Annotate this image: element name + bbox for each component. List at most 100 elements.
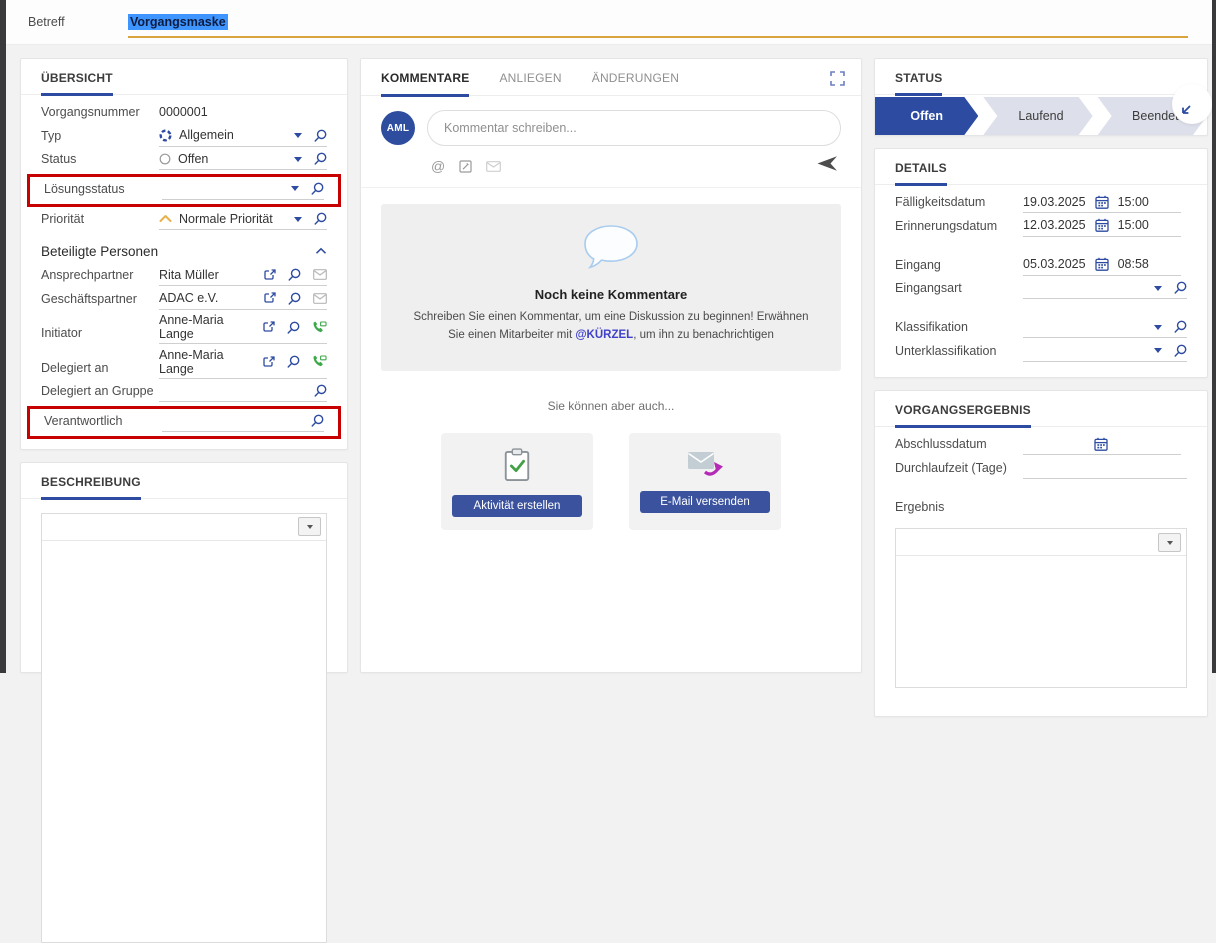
step-laufend[interactable]: Laufend bbox=[983, 97, 1092, 135]
search-icon[interactable] bbox=[314, 129, 327, 142]
open-record-icon[interactable] bbox=[264, 292, 276, 304]
mail-forward-icon bbox=[686, 448, 724, 478]
collapse-panel-button[interactable] bbox=[1172, 84, 1212, 124]
tab-anliegen[interactable]: ANLIEGEN bbox=[499, 71, 561, 95]
field-status: Status Offen bbox=[21, 150, 347, 170]
field-delegiert-an: Delegiert an Anne-Maria Lange bbox=[21, 348, 347, 379]
dropdown-icon[interactable] bbox=[294, 157, 302, 166]
field-faelligkeitsdatum: Fälligkeitsdatum 19.03.2025 15:00 bbox=[875, 193, 1207, 213]
mention-icon[interactable]: @ bbox=[431, 160, 445, 173]
dropdown-icon[interactable] bbox=[1154, 325, 1162, 334]
open-record-icon[interactable] bbox=[264, 269, 276, 281]
editor-dropdown-button[interactable] bbox=[1158, 533, 1181, 552]
mail-icon[interactable] bbox=[313, 293, 327, 304]
typ-field[interactable]: Allgemein bbox=[159, 127, 327, 147]
tab-aenderungen[interactable]: ÄNDERUNGEN bbox=[592, 71, 679, 95]
arrow-collapse-icon bbox=[1179, 103, 1193, 117]
quick-actions: Aktivität erstellen E-Mail versenden bbox=[361, 433, 861, 530]
initiator-field[interactable]: Anne-Maria Lange bbox=[159, 313, 327, 344]
tab-bar: KOMMENTARE ANLIEGEN ÄNDERUNGEN bbox=[361, 59, 861, 96]
field-prioritaet: Priorität Normale Priorität bbox=[21, 210, 347, 230]
people-title: Beteiligte Personen bbox=[41, 244, 158, 259]
verantwortlich-field[interactable] bbox=[162, 412, 324, 432]
durchlaufzeit-field[interactable] bbox=[1023, 459, 1187, 479]
window-edge-left bbox=[0, 0, 6, 673]
search-icon[interactable] bbox=[314, 384, 327, 397]
field-durchlaufzeit: Durchlaufzeit (Tage) bbox=[875, 459, 1207, 479]
comment-composer: AML @ bbox=[361, 96, 861, 188]
betreff-selected-text: Vorgangsmaske bbox=[128, 14, 228, 30]
beschreibung-editor[interactable] bbox=[41, 513, 327, 943]
search-icon[interactable] bbox=[288, 292, 301, 305]
mail-icon[interactable] bbox=[313, 269, 327, 280]
dropdown-icon[interactable] bbox=[294, 217, 302, 226]
field-loesungsstatus: Lösungsstatus bbox=[44, 180, 324, 200]
eingang-field[interactable]: 05.03.2025 08:58 bbox=[1023, 256, 1181, 276]
abschlussdatum-field[interactable] bbox=[1023, 435, 1181, 455]
field-vorgangsnummer: Vorgangsnummer 0000001 bbox=[21, 103, 347, 123]
type-ring-icon bbox=[159, 129, 172, 142]
field-ansprechpartner: Ansprechpartner Rita Müller bbox=[21, 266, 347, 286]
kommentare-card: KOMMENTARE ANLIEGEN ÄNDERUNGEN AML @ bbox=[360, 58, 862, 673]
search-icon[interactable] bbox=[311, 414, 324, 427]
comment-input[interactable] bbox=[427, 110, 841, 146]
dropdown-icon[interactable] bbox=[1154, 348, 1162, 357]
calendar-icon[interactable] bbox=[1095, 195, 1109, 209]
dropdown-icon[interactable] bbox=[294, 133, 302, 142]
search-icon[interactable] bbox=[311, 182, 324, 195]
search-icon[interactable] bbox=[287, 355, 300, 368]
search-icon[interactable] bbox=[1174, 320, 1187, 333]
dropdown-icon[interactable] bbox=[1154, 286, 1162, 295]
mail-icon[interactable] bbox=[486, 161, 501, 172]
open-record-icon[interactable] bbox=[263, 321, 275, 333]
calendar-icon[interactable] bbox=[1094, 437, 1108, 451]
loesungsstatus-field[interactable] bbox=[162, 180, 324, 200]
editor-dropdown-button[interactable] bbox=[298, 517, 321, 536]
avatar: AML bbox=[381, 111, 415, 145]
send-icon[interactable] bbox=[816, 155, 839, 177]
beschreibung-text[interactable] bbox=[42, 541, 326, 601]
phone-contact-icon[interactable] bbox=[312, 321, 327, 334]
beschreibung-card: BESCHREIBUNG bbox=[20, 462, 348, 674]
unterklassifikation-field[interactable] bbox=[1023, 342, 1187, 362]
send-email-card: E-Mail versenden bbox=[629, 433, 781, 530]
betreff-input[interactable]: Vorgangsmaske bbox=[128, 7, 1188, 38]
calendar-icon[interactable] bbox=[1095, 218, 1109, 232]
status-field[interactable]: Offen bbox=[159, 150, 327, 170]
send-email-button[interactable]: E-Mail versenden bbox=[640, 491, 770, 513]
tab-kommentare[interactable]: KOMMENTARE bbox=[381, 71, 469, 97]
create-activity-button[interactable]: Aktivität erstellen bbox=[452, 495, 582, 517]
erinnerungsdatum-field[interactable]: 12.03.2025 15:00 bbox=[1023, 217, 1181, 237]
search-icon[interactable] bbox=[1174, 281, 1187, 294]
ergebnis-editor[interactable] bbox=[895, 528, 1187, 688]
mention-hint: @KÜRZEL bbox=[575, 329, 633, 341]
uebersicht-title: ÜBERSICHT bbox=[41, 71, 113, 96]
search-icon[interactable] bbox=[1174, 344, 1187, 357]
note-icon[interactable] bbox=[459, 160, 472, 173]
ansprechpartner-field[interactable]: Rita Müller bbox=[159, 266, 327, 286]
clipboard-check-icon bbox=[502, 448, 532, 482]
klassifikation-field[interactable] bbox=[1023, 318, 1187, 338]
beschreibung-title: BESCHREIBUNG bbox=[41, 475, 141, 500]
search-icon[interactable] bbox=[314, 152, 327, 165]
open-record-icon[interactable] bbox=[263, 356, 275, 368]
faelligkeitsdatum-field[interactable]: 19.03.2025 15:00 bbox=[1023, 193, 1181, 213]
subject-bar: Betreff Vorgangsmaske bbox=[6, 0, 1212, 45]
fullscreen-icon[interactable] bbox=[830, 71, 845, 91]
calendar-icon[interactable] bbox=[1095, 257, 1109, 271]
delegiert-an-field[interactable]: Anne-Maria Lange bbox=[159, 348, 327, 379]
prioritaet-field[interactable]: Normale Priorität bbox=[159, 210, 327, 230]
dropdown-icon[interactable] bbox=[291, 186, 299, 195]
search-icon[interactable] bbox=[287, 321, 300, 334]
collapse-chevron-icon[interactable] bbox=[315, 242, 327, 260]
step-offen[interactable]: Offen bbox=[875, 97, 978, 135]
no-comments-empty-state: Noch keine Kommentare Schreiben Sie eine… bbox=[381, 204, 841, 371]
eingangsart-field[interactable] bbox=[1023, 279, 1187, 299]
also-text: Sie können aber auch... bbox=[361, 399, 861, 413]
geschaeftspartner-field[interactable]: ADAC e.V. bbox=[159, 290, 327, 310]
phone-contact-icon[interactable] bbox=[312, 355, 327, 368]
search-icon[interactable] bbox=[314, 212, 327, 225]
delegiert-an-gruppe-field[interactable] bbox=[159, 382, 327, 402]
search-icon[interactable] bbox=[288, 268, 301, 281]
field-delegiert-an-gruppe: Delegiert an Gruppe bbox=[21, 382, 347, 402]
